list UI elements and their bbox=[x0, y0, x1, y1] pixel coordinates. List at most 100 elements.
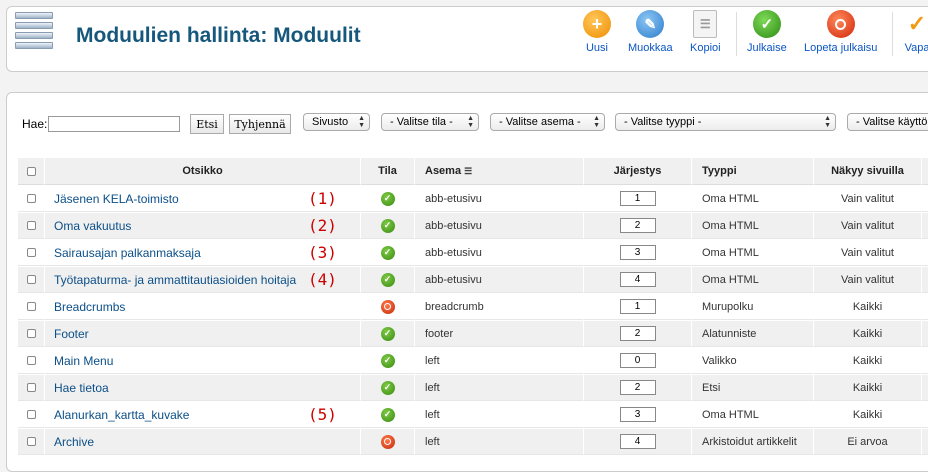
row-checkbox[interactable] bbox=[26, 383, 36, 392]
row-checkbox[interactable] bbox=[26, 410, 36, 419]
row-checkbox-cell bbox=[18, 267, 45, 293]
published-check-icon[interactable]: ✓ bbox=[380, 272, 395, 287]
order-cell: 3 bbox=[584, 240, 692, 266]
select-all-checkbox-cell bbox=[18, 158, 45, 185]
search-input[interactable] bbox=[48, 116, 181, 132]
position-select[interactable]: - Valitse asema - ▲ ▼ bbox=[490, 113, 605, 131]
row-checkbox[interactable] bbox=[26, 275, 36, 284]
row-checkbox-cell bbox=[18, 294, 45, 320]
order-cell: 2 bbox=[584, 375, 692, 401]
status-cell: ✓ bbox=[361, 375, 415, 401]
order-input[interactable]: 2 bbox=[619, 326, 656, 341]
order-input[interactable]: 1 bbox=[619, 191, 656, 206]
order-input[interactable]: 2 bbox=[619, 380, 656, 395]
type-cell: Oma HTML bbox=[692, 267, 814, 293]
table-row: Main Menu ✓ left 0 Valikko Kaikki bbox=[18, 348, 928, 375]
order-input[interactable]: 4 bbox=[619, 272, 656, 287]
published-check-icon[interactable]: ✓ bbox=[380, 380, 395, 395]
row-checkbox[interactable] bbox=[26, 194, 36, 203]
copy-button[interactable]: ☰ Kopioi bbox=[690, 10, 721, 54]
type-select[interactable]: - Valitse tyyppi - ▲ ▼ bbox=[615, 113, 836, 131]
new-button[interactable]: + Uusi bbox=[583, 10, 611, 54]
title-cell: Hae tietoa bbox=[45, 375, 361, 401]
status-cell: ✓ bbox=[361, 267, 415, 293]
type-cell: Arkistoidut artikkelit bbox=[692, 429, 814, 455]
column-header-visibility[interactable]: Näkyy sivuilla bbox=[814, 158, 922, 185]
position-cell: left bbox=[415, 348, 584, 374]
copy-icon: ☰ bbox=[693, 10, 718, 38]
access-select[interactable]: - Valitse käyttö bbox=[847, 113, 928, 131]
order-input[interactable]: 3 bbox=[619, 407, 656, 422]
column-header-type[interactable]: Tyyppi bbox=[692, 158, 814, 185]
column-header-position[interactable]: Asema ☰ bbox=[415, 158, 584, 185]
module-manager-icon bbox=[15, 12, 53, 54]
type-cell: Alatunniste bbox=[692, 321, 814, 347]
row-checkbox[interactable] bbox=[26, 356, 36, 365]
module-title-link[interactable]: Breadcrumbs bbox=[54, 300, 125, 314]
table-row: Jäsenen KELA-toimisto (1) ✓ abb-etusivu 1 Oma… bbox=[18, 186, 928, 213]
row-checkbox[interactable] bbox=[26, 437, 36, 446]
modules-table: Otsikko Tila Asema ☰ Järjestys Tyyppi Nä… bbox=[18, 158, 928, 456]
order-input[interactable]: 3 bbox=[619, 245, 656, 260]
title-cell: Alanurkan_kartta_kuvake (5) bbox=[45, 402, 361, 428]
visibility-cell: Vain valitut bbox=[814, 213, 922, 239]
module-title-link[interactable]: Hae tietoa bbox=[54, 381, 109, 395]
type-cell: Oma HTML bbox=[692, 213, 814, 239]
published-check-icon[interactable]: ✓ bbox=[380, 407, 395, 422]
module-title-link[interactable]: Alanurkan_kartta_kuvake bbox=[54, 408, 189, 422]
module-title-link[interactable]: Main Menu bbox=[54, 354, 113, 368]
published-check-icon[interactable]: ✓ bbox=[380, 191, 395, 206]
row-checkbox[interactable] bbox=[26, 221, 36, 230]
row-checkbox[interactable] bbox=[26, 248, 36, 257]
search-button[interactable]: Etsi bbox=[190, 114, 224, 134]
select-all-checkbox[interactable] bbox=[26, 166, 36, 176]
unpublished-icon[interactable] bbox=[380, 434, 395, 449]
search-filter: Hae: bbox=[22, 113, 181, 135]
row-checkbox[interactable] bbox=[26, 302, 36, 311]
module-title-link[interactable]: Footer bbox=[54, 327, 89, 341]
search-label: Hae: bbox=[22, 117, 48, 131]
visibility-cell: Kaikki bbox=[814, 348, 922, 374]
module-title-link[interactable]: Jäsenen KELA-toimisto bbox=[54, 192, 179, 206]
annotation-marker: (4) bbox=[308, 270, 337, 289]
position-cell: abb-etusivu bbox=[415, 186, 584, 212]
annotation-marker: (5) bbox=[308, 405, 337, 424]
column-header-title[interactable]: Otsikko bbox=[45, 158, 361, 185]
row-checkbox[interactable] bbox=[26, 329, 36, 338]
table-row: Breadcrumbs breadcrumb 1 Murupolku Kaikki bbox=[18, 294, 928, 321]
module-title-link[interactable]: Oma vakuutus bbox=[54, 219, 131, 233]
site-select[interactable]: Sivusto ▲ ▼ bbox=[303, 113, 370, 131]
module-title-link[interactable]: Archive bbox=[54, 435, 94, 449]
module-title-link[interactable]: Työtapaturma- ja ammattitautiasioiden ho… bbox=[54, 273, 296, 287]
reset-button[interactable]: Tyhjennä bbox=[229, 114, 291, 134]
order-input[interactable]: 0 bbox=[619, 353, 656, 368]
published-check-icon[interactable]: ✓ bbox=[380, 245, 395, 260]
column-header-status[interactable]: Tila bbox=[361, 158, 415, 185]
published-check-icon[interactable]: ✓ bbox=[380, 353, 395, 368]
row-checkbox-cell bbox=[18, 375, 45, 401]
visibility-cell: Vain valitut bbox=[814, 240, 922, 266]
publish-button[interactable]: ✓ Julkaise bbox=[747, 10, 787, 54]
status-select[interactable]: - Valitse tila - ▲ ▼ bbox=[381, 113, 479, 131]
order-input[interactable]: 2 bbox=[619, 218, 656, 233]
published-check-icon[interactable]: ✓ bbox=[380, 326, 395, 341]
status-cell: ✓ bbox=[361, 321, 415, 347]
unpublish-button[interactable]: Lopeta julkaisu bbox=[804, 10, 877, 54]
type-cell: Etsi bbox=[692, 375, 814, 401]
unpublished-icon[interactable] bbox=[380, 299, 395, 314]
order-input[interactable]: 4 bbox=[619, 434, 656, 449]
position-cell: footer bbox=[415, 321, 584, 347]
table-row: Hae tietoa ✓ left 2 Etsi Kaikki bbox=[18, 375, 928, 402]
order-input[interactable]: 1 bbox=[619, 299, 656, 314]
column-header-order[interactable]: Järjestys bbox=[584, 158, 692, 185]
order-cell: 3 bbox=[584, 402, 692, 428]
checkin-button[interactable]: ✓ Vapa bbox=[903, 10, 928, 55]
table-row: Oma vakuutus (2) ✓ abb-etusivu 2 Oma HTML Vain… bbox=[18, 213, 928, 240]
order-cell: 2 bbox=[584, 321, 692, 347]
position-cell: abb-etusivu bbox=[415, 240, 584, 266]
visibility-cell: Vain valitut bbox=[814, 267, 922, 293]
edit-button[interactable]: ✎ Muokkaa bbox=[628, 10, 673, 54]
module-title-link[interactable]: Sairausajan palkanmaksaja bbox=[54, 246, 201, 260]
select-arrows-icon: ▲ ▼ bbox=[593, 115, 600, 129]
published-check-icon[interactable]: ✓ bbox=[380, 218, 395, 233]
